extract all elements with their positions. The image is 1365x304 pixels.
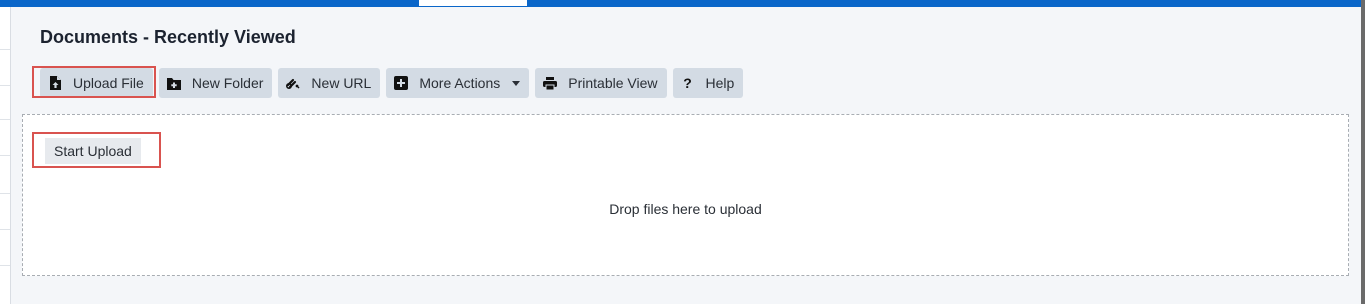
sidebar-divider (0, 119, 10, 120)
sidebar-divider (0, 193, 10, 194)
toolbar: Upload File New Folder New URL More Acti… (40, 68, 744, 98)
sidebar-divider (0, 265, 10, 266)
new-folder-button[interactable]: New Folder (158, 68, 273, 98)
sidebar-divider (0, 229, 10, 230)
plus-square-icon (394, 76, 409, 90)
window-edge (1361, 0, 1365, 304)
page-title: Documents - Recently Viewed (40, 27, 296, 47)
more-actions-label: More Actions (419, 75, 501, 91)
sidebar-divider (0, 85, 10, 86)
help-button[interactable]: ? Help (672, 68, 744, 98)
upload-file-label: Upload File (73, 75, 144, 91)
sidebar-divider (0, 155, 10, 156)
start-upload-button[interactable]: Start Upload (45, 138, 141, 164)
new-folder-icon (166, 76, 181, 90)
printable-view-button[interactable]: Printable View (535, 68, 667, 98)
active-tab-indicator (419, 0, 527, 6)
more-actions-dropdown[interactable]: More Actions (386, 68, 530, 98)
printer-icon (543, 76, 558, 90)
sidebar-divider (0, 49, 10, 50)
new-folder-label: New Folder (191, 75, 264, 91)
dropzone-message: Drop files here to upload (609, 201, 762, 217)
printable-view-label: Printable View (568, 75, 658, 91)
help-label: Help (705, 75, 735, 91)
new-url-button[interactable]: New URL (278, 68, 381, 98)
upload-file-button[interactable]: Upload File (40, 68, 153, 98)
upload-dropzone[interactable] (22, 114, 1349, 276)
link-icon (286, 76, 300, 90)
chevron-down-icon (512, 80, 521, 86)
upload-file-icon (48, 76, 62, 90)
left-sidebar-edge (0, 7, 11, 304)
question-mark-icon: ? (683, 75, 692, 91)
new-url-label: New URL (311, 75, 372, 91)
top-accent-bar (0, 0, 1365, 7)
